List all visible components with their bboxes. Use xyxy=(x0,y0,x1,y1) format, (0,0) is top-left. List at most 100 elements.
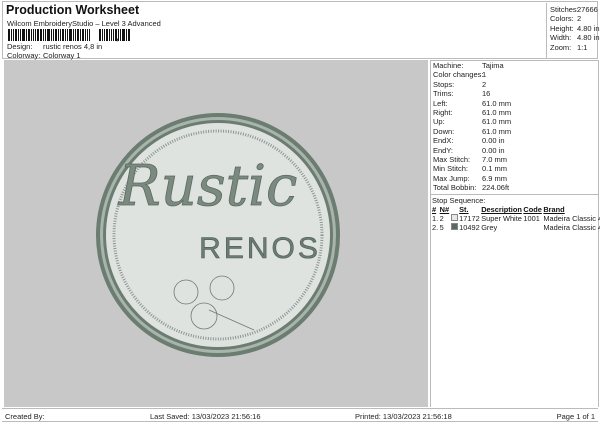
barcode-bar xyxy=(122,29,125,41)
page-number: Page 1 of 1 xyxy=(556,412,595,421)
barcode-bar xyxy=(20,29,21,41)
barcode-bar xyxy=(60,29,61,41)
barcode-bar xyxy=(33,29,34,41)
stat-row: EndX: 0.00 in xyxy=(433,136,596,145)
stop-sequence-table: # N# St. Description Code Brand 1. 2 17172… xyxy=(432,205,600,232)
design-value: rustic renos 4,8 in xyxy=(43,42,103,51)
stitch-stats: Machine: Tajima Color changes:1 Stops: 2 Trim… xyxy=(431,61,598,192)
stat-value: 2 xyxy=(577,14,582,24)
table-row: 2. 5 10492 Grey Madeira Classic 40 xyxy=(432,223,600,232)
stat-row: Up: 61.0 mm xyxy=(433,117,596,126)
description: Super White xyxy=(481,214,522,224)
barcode-bar xyxy=(51,29,52,41)
barcode-bar xyxy=(31,29,32,41)
color-swatch xyxy=(450,223,458,231)
description: Grey xyxy=(481,223,498,233)
barcode-bar xyxy=(104,29,105,41)
stop-index: 1. xyxy=(432,214,439,224)
stat-value: Tajima xyxy=(482,61,504,70)
barcode-bar xyxy=(82,29,84,41)
stat-value: 0.00 in xyxy=(482,145,505,155)
barcode-bar xyxy=(77,29,79,41)
stat-value: 27666 xyxy=(577,5,598,14)
stat-row: Height: 4.80 in xyxy=(550,23,600,33)
created-by: Created By: xyxy=(5,412,45,421)
stat-value: 61.0 mm xyxy=(482,117,512,127)
stat-value: 0.1 mm xyxy=(482,164,508,174)
stat-label: Total Bobbin: xyxy=(433,183,477,193)
barcode-bar xyxy=(69,29,72,41)
stat-label: Zoom: xyxy=(550,42,572,52)
page-title: Production Worksheet xyxy=(6,3,140,17)
barcode-bar xyxy=(40,29,42,41)
col-header: N# xyxy=(439,205,450,215)
barcode-bar xyxy=(45,29,46,41)
barcode-bar xyxy=(126,29,127,41)
needle: 2 xyxy=(439,214,444,224)
colorway-label: Colorway: xyxy=(7,51,41,60)
colorway-value: Colorway 1 xyxy=(43,51,81,60)
stat-row: Down: 61.0 mm xyxy=(433,127,596,136)
barcode-bar xyxy=(85,29,86,41)
barcode-bar xyxy=(18,29,19,41)
stat-row: Colors: 2 xyxy=(550,14,598,23)
stat-value: 61.0 mm xyxy=(482,126,512,136)
col-header: Code xyxy=(523,205,542,215)
details-panel: Machine: Tajima Color changes:1 Stops: 2 Trim… xyxy=(430,60,600,407)
stat-label: Height: xyxy=(550,23,574,33)
barcode-bar xyxy=(67,29,68,41)
stat-value: 61.0 mm xyxy=(482,98,512,108)
code: 1001 xyxy=(523,214,540,224)
barcode-bar xyxy=(55,29,57,41)
stat-row: Zoom: 1:1 xyxy=(550,43,598,52)
stat-value: 16 xyxy=(482,89,491,99)
barcode-bar xyxy=(73,29,74,41)
stat-label: Colors: xyxy=(550,14,574,24)
barcode-bar xyxy=(53,29,54,41)
stat-row: Width: 4.80 in xyxy=(550,33,600,42)
design-label: Design: xyxy=(7,42,33,51)
stat-value: 6.9 mm xyxy=(482,173,508,183)
stat-value: 61.0 mm xyxy=(482,107,512,117)
stop-sequence: Stop Sequence: # N# St. Description Code… xyxy=(431,194,600,233)
stat-row: Max Stitch: 7.0 mm xyxy=(433,155,596,164)
barcode-separator: , xyxy=(116,32,119,42)
stat-label: Color changes: xyxy=(433,70,484,80)
barcode-bar xyxy=(102,29,103,41)
summary-info: Stitches:27666 Colors: 2 Height: 4.80 in Widt… xyxy=(546,3,600,59)
stop-sequence-label: Stop Sequence: xyxy=(432,196,486,206)
stat-value: 1 xyxy=(482,70,487,80)
col-header: Description xyxy=(481,205,522,215)
brand: Madeira Classic 40 xyxy=(543,214,600,224)
stat-row: Trims: 16 xyxy=(433,89,596,98)
stat-row: EndY: 0.00 in xyxy=(433,146,596,155)
barcode-bar xyxy=(80,29,81,41)
col-header-brand: Brand xyxy=(543,205,565,215)
color-swatch xyxy=(450,214,458,222)
barcode-bar xyxy=(89,29,90,41)
barcode-bar xyxy=(128,29,130,41)
stat-row: Right: 61.0 mm xyxy=(433,108,596,117)
stat-row: Stops: 2 xyxy=(433,80,596,89)
design-preview: Rustic RENOS xyxy=(4,60,428,407)
stat-value: 2 xyxy=(482,79,487,89)
barcode-bar xyxy=(106,29,108,41)
stat-label: Left: xyxy=(433,98,448,108)
stat-label: Down: xyxy=(433,126,455,136)
barcode-bar xyxy=(62,29,64,41)
barcode-bar xyxy=(111,29,112,41)
printed-date: Printed: 13/03/2023 21:56:18 xyxy=(355,412,452,421)
stat-row: Stitches:27666 xyxy=(550,5,598,14)
barcode-bar xyxy=(87,29,88,41)
barcode-bar xyxy=(58,29,59,41)
barcode-bar xyxy=(11,29,12,41)
last-saved: Last Saved: 13/03/2023 21:56:16 xyxy=(150,412,261,421)
stat-row: Machine: Tajima xyxy=(433,61,596,70)
barcode-bar xyxy=(99,29,101,41)
barcode-bar xyxy=(8,29,10,41)
col-header: # xyxy=(432,205,437,215)
stat-label: Up: xyxy=(433,117,445,127)
stat-value: 4.80 in xyxy=(577,23,600,33)
barcode-bar xyxy=(15,29,17,41)
stitch-count: 10492 xyxy=(459,223,480,233)
